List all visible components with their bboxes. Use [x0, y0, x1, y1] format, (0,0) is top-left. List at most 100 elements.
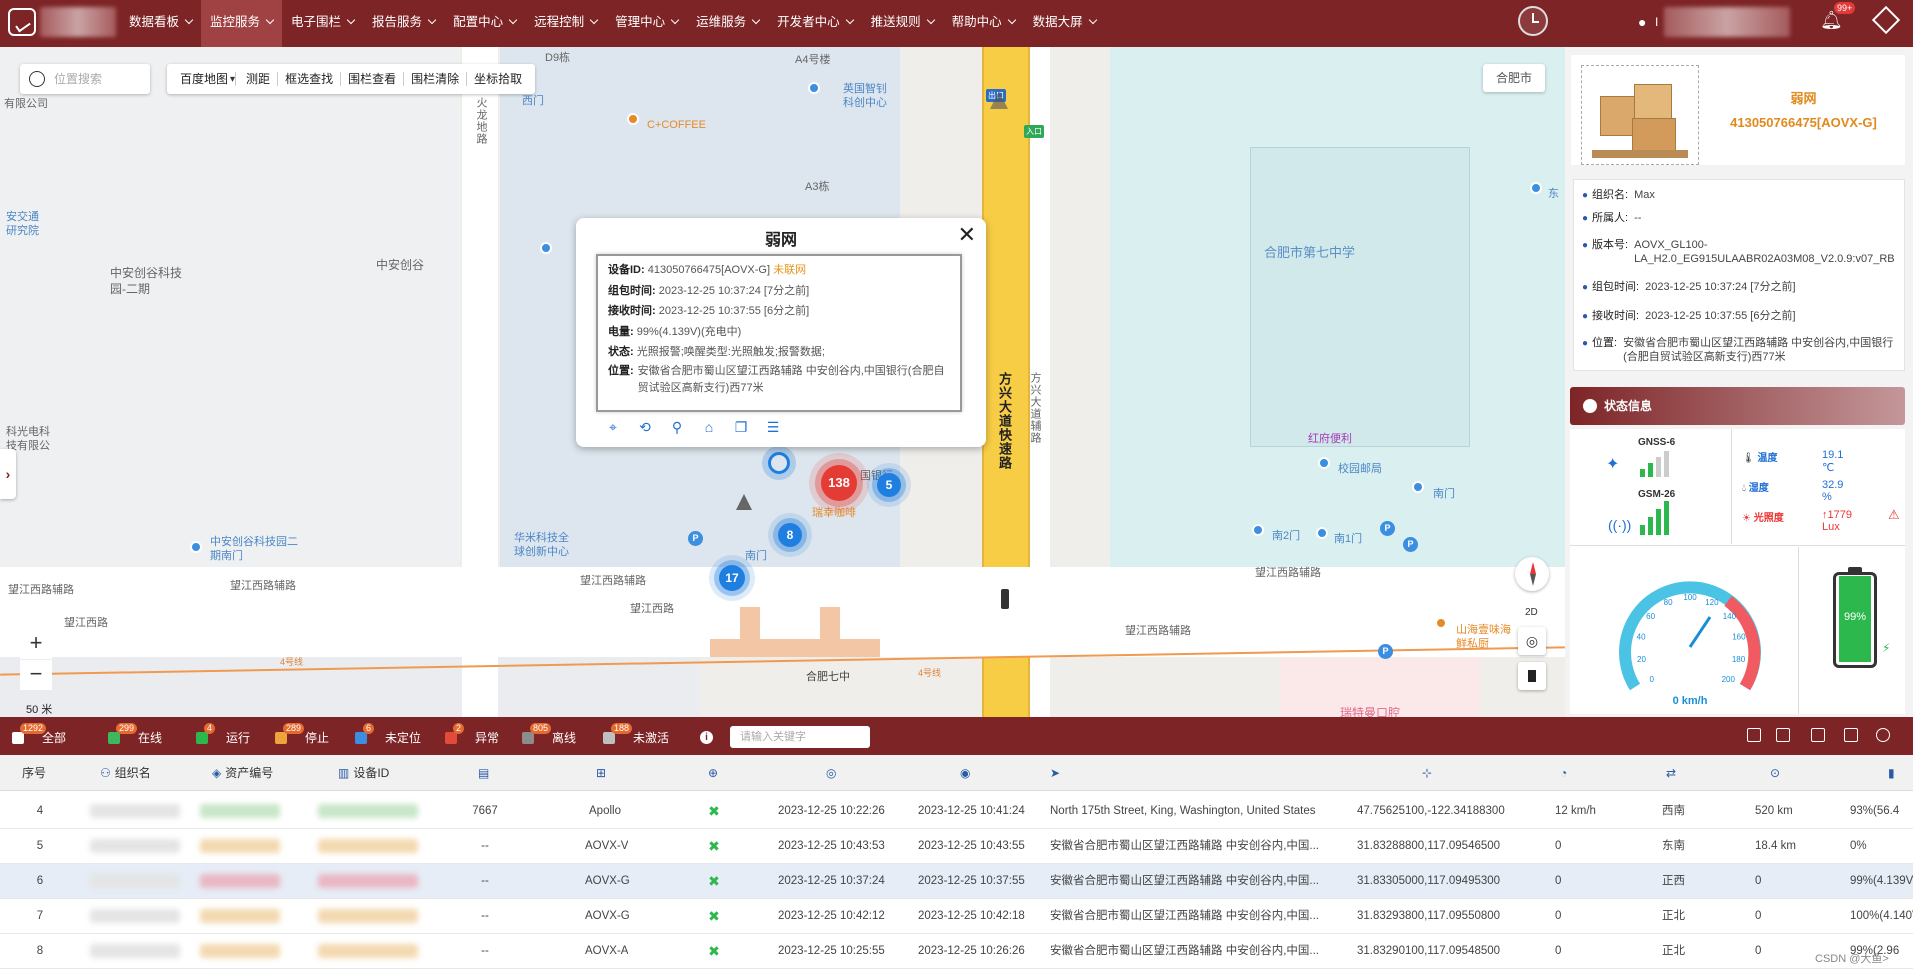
table-row[interactable]: ✖ 7 -- AOVX-G 2023-12-25 10:42:12 2023-12-25 … [0, 899, 1913, 934]
nav-item[interactable]: 报告服务 [363, 0, 444, 47]
locate-button[interactable]: ◎ [1518, 627, 1546, 655]
nav-item[interactable]: 开发者中心 [768, 0, 862, 47]
poi-marker[interactable] [627, 113, 639, 125]
keyword-search-input[interactable]: 请输入关键字 [730, 726, 870, 748]
device-cluster[interactable]: 138 [821, 465, 857, 501]
info-value: Max [1634, 189, 1655, 201]
copy-icon[interactable]: ❐ [732, 418, 750, 436]
column-header[interactable]: ▤ [478, 755, 493, 791]
selected-device-marker[interactable] [768, 452, 790, 474]
column-header[interactable]: ⊕ [708, 755, 722, 791]
map-tool-button[interactable]: 百度地图 [173, 72, 237, 86]
username-blurred[interactable] [1664, 7, 1790, 37]
zoom-in-button[interactable]: + [20, 629, 52, 659]
city-selector[interactable]: 合肥市 [1483, 64, 1545, 92]
sidebar-expand-button[interactable]: › [0, 449, 16, 499]
table-row[interactable]: ✖ 5 -- AOVX-V 2023-12-25 10:43:53 2023-12-25 … [0, 829, 1913, 864]
column-header[interactable]: ◔ [1560, 755, 1571, 791]
map-tool-button[interactable]: 围栏查看 [341, 72, 405, 86]
popup-close-icon[interactable]: ✕ [958, 222, 976, 248]
device-cluster[interactable]: 8 [778, 523, 802, 547]
device-cluster[interactable]: 5 [877, 473, 901, 497]
table-row[interactable]: ✖ 6 -- AOVX-G 2023-12-25 10:37:24 2023-12-25 … [0, 864, 1913, 899]
column-icon: ⊹ [1422, 766, 1433, 780]
status-filter[interactable]: 2 异常 [445, 723, 500, 746]
map-tool-button[interactable]: 坐标拾取 [467, 72, 529, 86]
fullscreen-icon[interactable] [1747, 728, 1761, 742]
status-connected-icon[interactable]: ✖ [707, 874, 721, 888]
column-header[interactable]: ◎ [826, 755, 840, 791]
nav-item[interactable]: 监控服务 [201, 0, 283, 47]
nav-item[interactable]: 运维服务 [687, 0, 768, 47]
column-header[interactable]: ⚇ 组织名 [100, 755, 151, 791]
nav-item[interactable]: 帮助中心 [943, 0, 1024, 47]
poi-marker[interactable] [1435, 617, 1447, 629]
playback-icon[interactable]: ⟲ [636, 418, 654, 436]
column-header[interactable]: ▥ 设备ID [338, 755, 389, 791]
column-header[interactable]: ➤ [1050, 755, 1064, 791]
map-tool-button[interactable]: 围栏清除 [404, 72, 468, 86]
user-icon[interactable]: ● [1638, 14, 1646, 30]
map-tool-button[interactable]: 测距 [239, 72, 279, 86]
panel-divider [1798, 547, 1799, 714]
locate-icon[interactable]: ⌖ [604, 418, 622, 436]
status-connected-icon[interactable]: ✖ [707, 909, 721, 923]
poi-marker[interactable] [540, 242, 552, 254]
list-icon[interactable]: ☰ [764, 418, 782, 436]
table-row[interactable]: ✖ 4 7667 Apollo 2023-12-25 10:22:26 2023-12-2… [0, 794, 1913, 829]
column-header[interactable]: 序号 [22, 755, 46, 791]
column-header[interactable]: ⊹ [1422, 755, 1436, 791]
poi-marker[interactable] [1318, 457, 1330, 469]
nav-item[interactable]: 数据看板 [120, 0, 201, 47]
device-id-blurred [318, 909, 418, 923]
map-2d-toggle[interactable]: 2D [1525, 607, 1538, 618]
status-filter[interactable]: 1292 全部 [12, 723, 66, 746]
nav-item[interactable]: 电子围栏 [282, 0, 363, 47]
export-icon[interactable] [1811, 728, 1825, 742]
column-header[interactable]: ◉ [960, 755, 974, 791]
tag-icon[interactable]: ⌂ [700, 418, 718, 436]
column-header[interactable]: ◈ 资产编号 [212, 755, 273, 791]
poi-marker[interactable] [1252, 524, 1264, 536]
zoom-out-button[interactable]: − [20, 660, 52, 690]
poi-marker[interactable] [808, 82, 820, 94]
table-row[interactable]: ✖ 8 -- AOVX-A 2023-12-25 10:25:55 2023-12-25 … [0, 934, 1913, 969]
column-header[interactable]: ▮ [1888, 755, 1899, 791]
nav-item[interactable]: 配置中心 [444, 0, 525, 47]
status-filter[interactable]: 805 离线 [522, 723, 576, 746]
status-connected-icon[interactable]: ✖ [707, 804, 721, 818]
poi-marker[interactable] [190, 541, 202, 553]
nav-item[interactable]: 推送规则 [862, 0, 943, 47]
column-header[interactable]: ⇄ [1666, 755, 1680, 791]
history-icon[interactable] [1518, 6, 1548, 36]
nav-item-label: 数据大屏 [1032, 15, 1083, 29]
status-connected-icon[interactable]: ✖ [707, 944, 721, 958]
filter-label: 异常 [475, 731, 500, 745]
status-filter[interactable]: 299 在线 [108, 723, 162, 746]
poi-marker[interactable] [1412, 481, 1424, 493]
status-filter[interactable]: 4 运行 [196, 723, 250, 746]
layer-button[interactable] [1518, 662, 1546, 690]
column-header[interactable]: ⊙ [1770, 755, 1784, 791]
screenshot-icon[interactable] [1776, 728, 1790, 742]
compass-control[interactable] [1515, 557, 1549, 591]
popup-device-id: 413050766475[AOVX-G] [647, 264, 771, 276]
settings-icon[interactable] [1871, 5, 1901, 35]
command-icon[interactable]: ⚲ [668, 418, 686, 436]
table-settings-icon[interactable] [1876, 728, 1890, 742]
info-icon[interactable]: i [700, 731, 713, 744]
nav-item[interactable]: 管理中心 [606, 0, 687, 47]
nav-item[interactable]: 远程控制 [525, 0, 606, 47]
logo-icon[interactable] [8, 8, 36, 36]
status-filter[interactable]: 289 停止 [275, 723, 329, 746]
poi-marker[interactable] [1530, 182, 1542, 194]
device-cluster[interactable]: 17 [719, 565, 745, 591]
status-filter[interactable]: 188 未激活 [603, 723, 669, 746]
poi-marker[interactable] [1316, 527, 1328, 539]
map-tool-button[interactable]: 框选查找 [278, 72, 342, 86]
status-filter[interactable]: 6 未定位 [355, 723, 421, 746]
share-icon[interactable] [1844, 728, 1858, 742]
status-connected-icon[interactable]: ✖ [707, 839, 721, 853]
nav-item[interactable]: 数据大屏 [1024, 0, 1105, 47]
column-header[interactable]: ⊞ [596, 755, 610, 791]
